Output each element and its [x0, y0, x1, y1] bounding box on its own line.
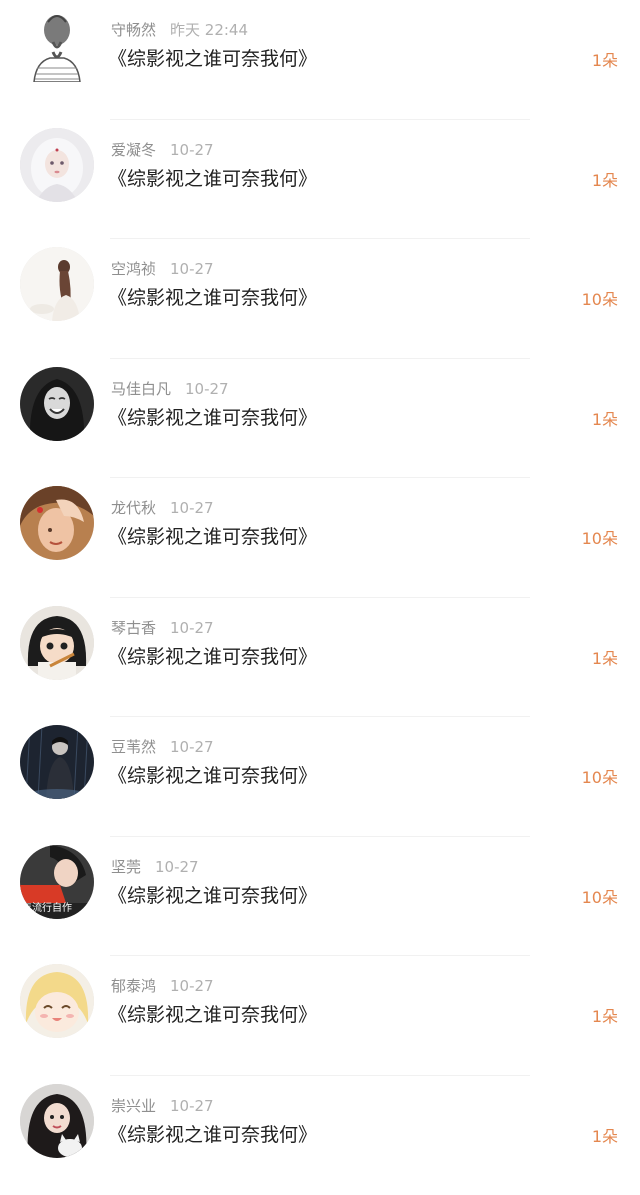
list-item[interactable]: 豆苇然 10-27 《综影视之谁可奈我何》 10朵	[0, 717, 640, 837]
avatar-rainy-person-icon[interactable]	[20, 725, 94, 799]
avatar-hand-on-head-girl-icon[interactable]	[20, 486, 94, 560]
avatar-girl-red-shirt-icon[interactable]: 年流行自作	[20, 845, 94, 919]
book-title[interactable]: 《综影视之谁可奈我何》	[108, 46, 317, 72]
book-title[interactable]: 《综影视之谁可奈我何》	[108, 405, 317, 431]
timestamp: 10-27	[170, 1097, 214, 1115]
meta-line: 马佳白凡 10-27	[111, 379, 229, 399]
meta-line: 爱凝冬 10-27	[111, 140, 214, 160]
username: 龙代秋	[111, 499, 156, 517]
timestamp: 10-27	[185, 380, 229, 398]
username: 坚莞	[111, 858, 141, 876]
username: 守畅然	[111, 21, 156, 39]
meta-line: 琴古香 10-27	[111, 618, 214, 638]
meta-line: 坚莞 10-27	[111, 857, 199, 877]
timestamp: 10-27	[170, 738, 214, 756]
timestamp: 10-27	[170, 619, 214, 637]
avatar-bw-smiling-woman-icon[interactable]	[20, 367, 94, 441]
timestamp: 10-27	[170, 141, 214, 159]
username: 豆苇然	[111, 738, 156, 756]
list-item[interactable]: 空鸿祯 10-27 《综影视之谁可奈我何》 10朵	[0, 239, 640, 359]
book-title[interactable]: 《综影视之谁可奈我何》	[108, 1122, 317, 1148]
list-item[interactable]: 守畅然昨天 22:44 《综影视之谁可奈我何》 1朵	[0, 0, 640, 120]
username: 爱凝冬	[111, 141, 156, 159]
timestamp: 10-27	[170, 977, 214, 995]
avatar-caption: 年流行自作	[22, 903, 72, 915]
gift-list: 守畅然昨天 22:44 《综影视之谁可奈我何》 1朵 爱凝冬 10-27 《综影视…	[0, 0, 640, 1195]
avatar-sketch-braid-girl-icon[interactable]	[20, 8, 94, 82]
list-item[interactable]: 马佳白凡 10-27 《综影视之谁可奈我何》 1朵	[0, 359, 640, 479]
meta-line: 龙代秋 10-27	[111, 498, 214, 518]
meta-line: 空鸿祯 10-27	[111, 259, 214, 279]
timestamp: 10-27	[155, 858, 199, 876]
username: 琴古香	[111, 619, 156, 637]
list-item[interactable]: 崇兴业 10-27 《综影视之谁可奈我何》 1朵	[0, 1076, 640, 1195]
username: 崇兴业	[111, 1097, 156, 1115]
avatar-long-hair-girl-icon[interactable]	[20, 247, 94, 321]
flower-amount: 10朵	[582, 290, 618, 310]
username: 马佳白凡	[111, 380, 171, 398]
username: 郁泰鸿	[111, 977, 156, 995]
book-title[interactable]: 《综影视之谁可奈我何》	[108, 763, 317, 789]
book-title[interactable]: 《综影视之谁可奈我何》	[108, 883, 317, 909]
flower-amount: 10朵	[582, 888, 618, 908]
meta-line: 豆苇然 10-27	[111, 737, 214, 757]
flower-amount: 1朵	[592, 649, 618, 669]
meta-line: 郁泰鸿 10-27	[111, 976, 214, 996]
avatar-anime-blonde-girl-icon[interactable]	[20, 964, 94, 1038]
list-item[interactable]: 琴古香 10-27 《综影视之谁可奈我何》 1朵	[0, 598, 640, 718]
book-title[interactable]: 《综影视之谁可奈我何》	[108, 285, 317, 311]
book-title[interactable]: 《综影视之谁可奈我何》	[108, 644, 317, 670]
timestamp: 昨天 22:44	[170, 21, 248, 39]
flower-amount: 1朵	[592, 171, 618, 191]
timestamp: 10-27	[170, 260, 214, 278]
avatar-white-hair-girl-icon[interactable]	[20, 128, 94, 202]
meta-line: 守畅然昨天 22:44	[111, 20, 248, 40]
book-title[interactable]: 《综影视之谁可奈我何》	[108, 524, 317, 550]
meta-line: 崇兴业 10-27	[111, 1096, 214, 1116]
list-item[interactable]: 年流行自作 坚莞 10-27 《综影视之谁可奈我何》 10朵	[0, 837, 640, 957]
book-title[interactable]: 《综影视之谁可奈我何》	[108, 166, 317, 192]
flower-amount: 10朵	[582, 529, 618, 549]
flower-amount: 1朵	[592, 1127, 618, 1147]
flower-amount: 10朵	[582, 768, 618, 788]
book-title[interactable]: 《综影视之谁可奈我何》	[108, 1002, 317, 1028]
flower-amount: 1朵	[592, 51, 618, 71]
avatar-girl-with-cat-icon[interactable]	[20, 1084, 94, 1158]
list-item[interactable]: 龙代秋 10-27 《综影视之谁可奈我何》 10朵	[0, 478, 640, 598]
avatar-child-girl-icon[interactable]	[20, 606, 94, 680]
timestamp: 10-27	[170, 499, 214, 517]
list-item[interactable]: 爱凝冬 10-27 《综影视之谁可奈我何》 1朵	[0, 120, 640, 240]
flower-amount: 1朵	[592, 1007, 618, 1027]
username: 空鸿祯	[111, 260, 156, 278]
list-item[interactable]: 郁泰鸿 10-27 《综影视之谁可奈我何》 1朵	[0, 956, 640, 1076]
flower-amount: 1朵	[592, 410, 618, 430]
